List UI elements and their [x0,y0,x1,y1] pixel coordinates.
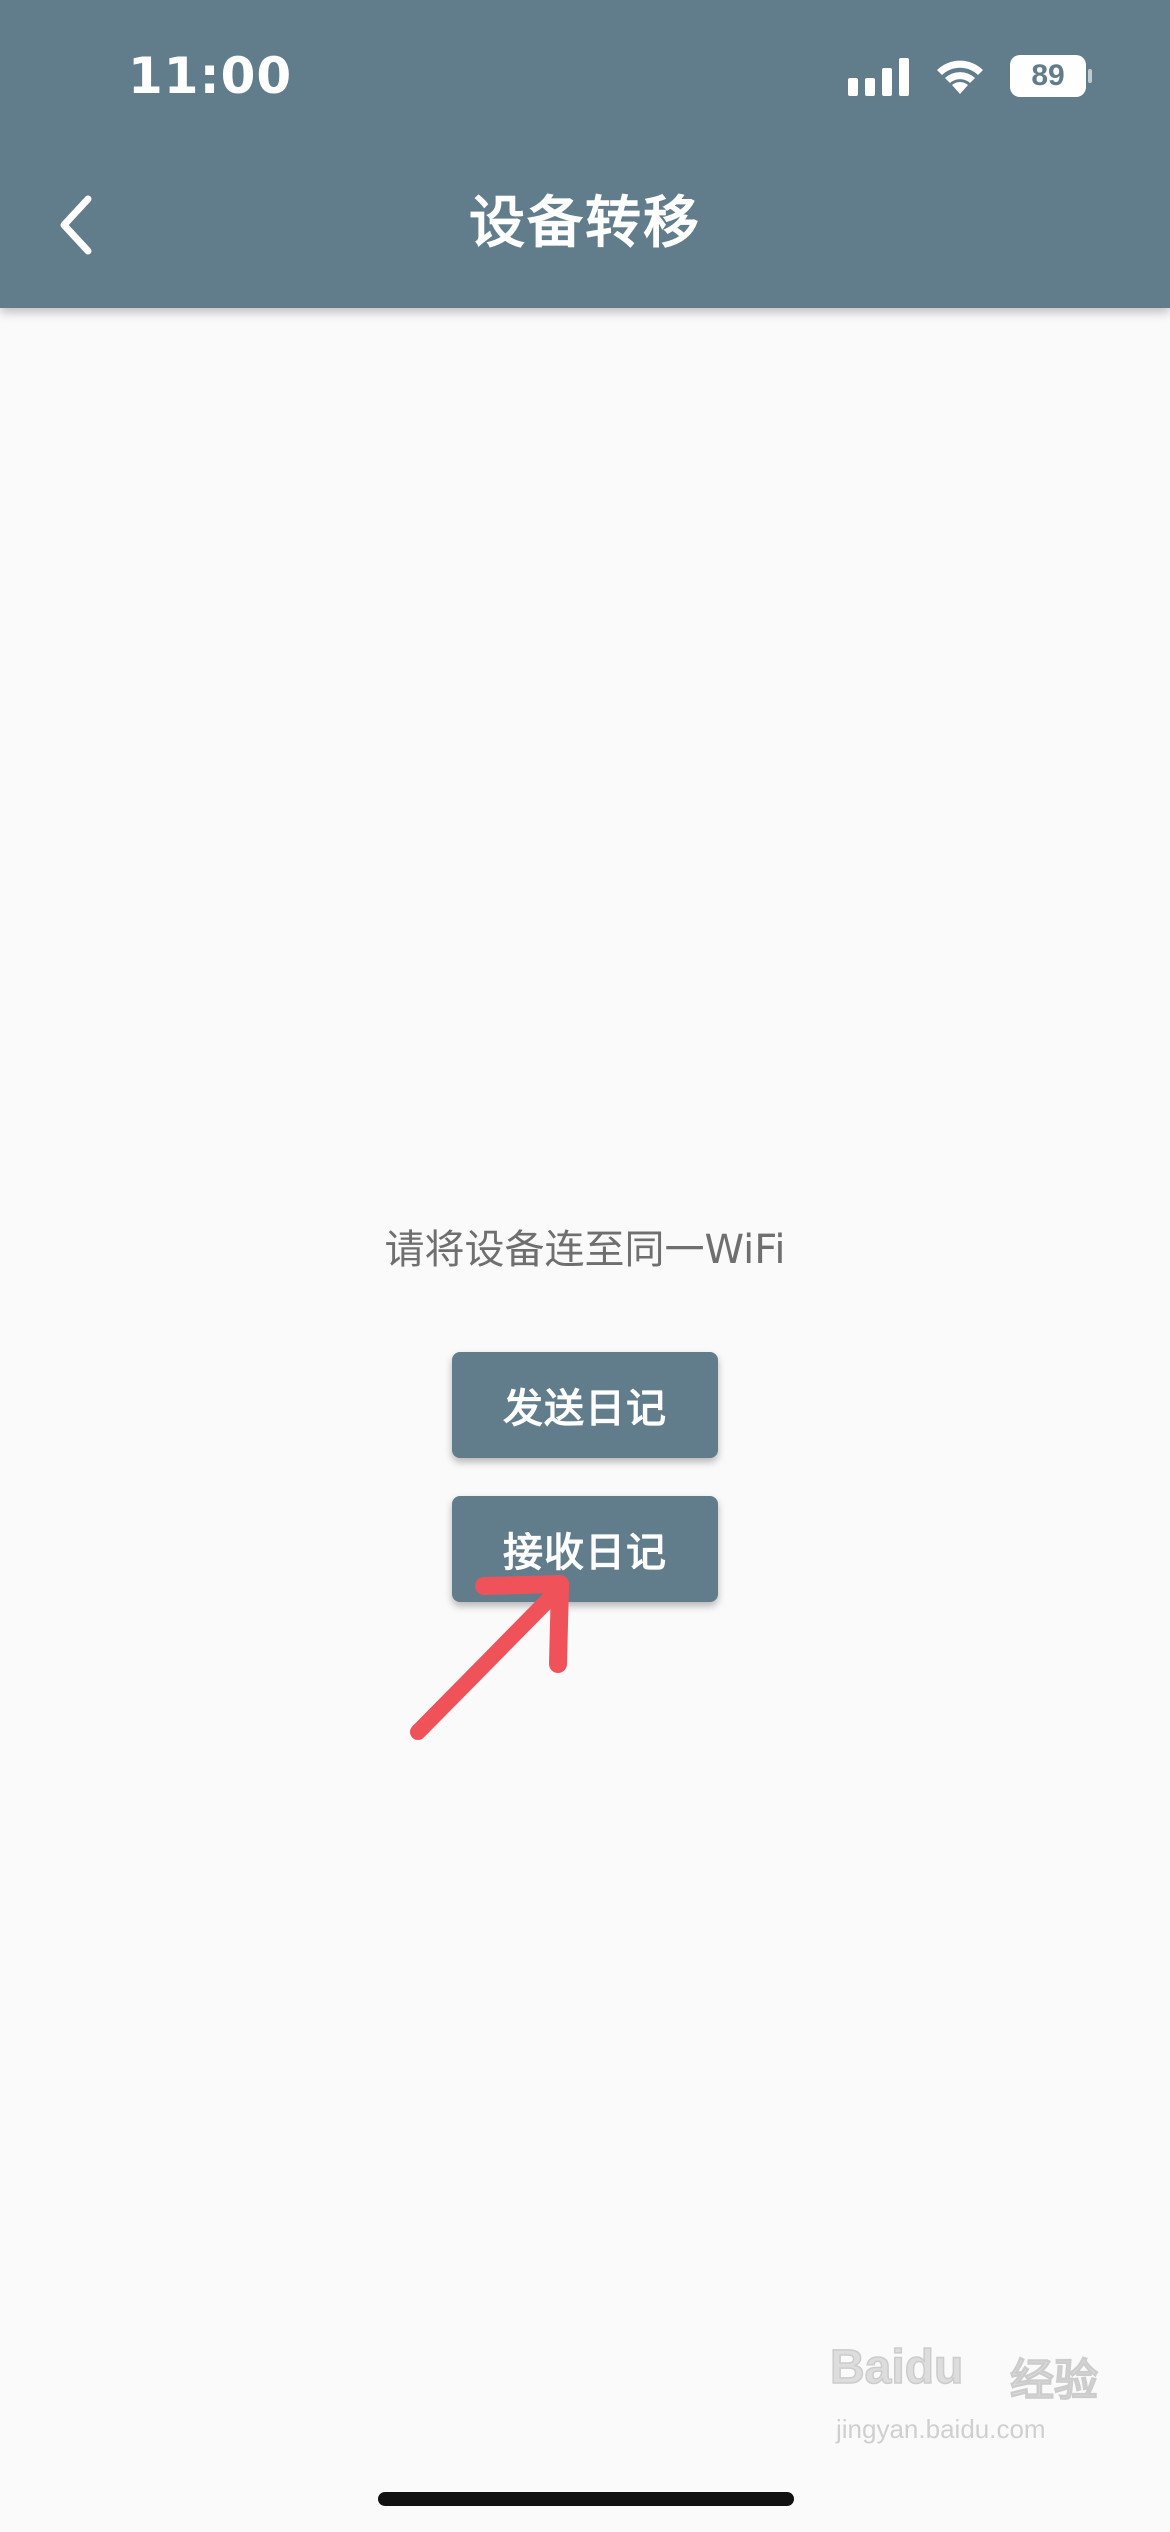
device-transfer-screen: 11:00 89 设备转移 请将设备连至同一WiFi 发送日记 接收日记 Bai… [0,0,1170,2532]
watermark-url: jingyan.baidu.com [836,2414,1046,2444]
baidu-jingyan-watermark: Baidu 经验 jingyan.baidu.com [829,2340,1110,2460]
red-arrow-annotation [410,1575,569,1740]
battery-indicator: 89 [1010,55,1092,97]
watermark-brand-cn: 经验 [1010,2355,1099,2407]
cellular-signal-icon [848,58,909,96]
status-time: 11:00 [128,47,293,105]
wifi-hint-text: 请将设备连至同一WiFi [384,1227,786,1273]
page-title: 设备转移 [469,191,701,256]
home-indicator[interactable] [378,2492,794,2506]
status-icons: 89 [848,52,1092,100]
battery-level: 89 [1031,59,1065,92]
watermark-brand: Baidu [829,2340,964,2395]
send-diary-button[interactable]: 发送日记 [452,1352,718,1458]
wifi-icon [937,60,983,94]
app-bar: 11:00 89 设备转移 [0,0,1170,308]
